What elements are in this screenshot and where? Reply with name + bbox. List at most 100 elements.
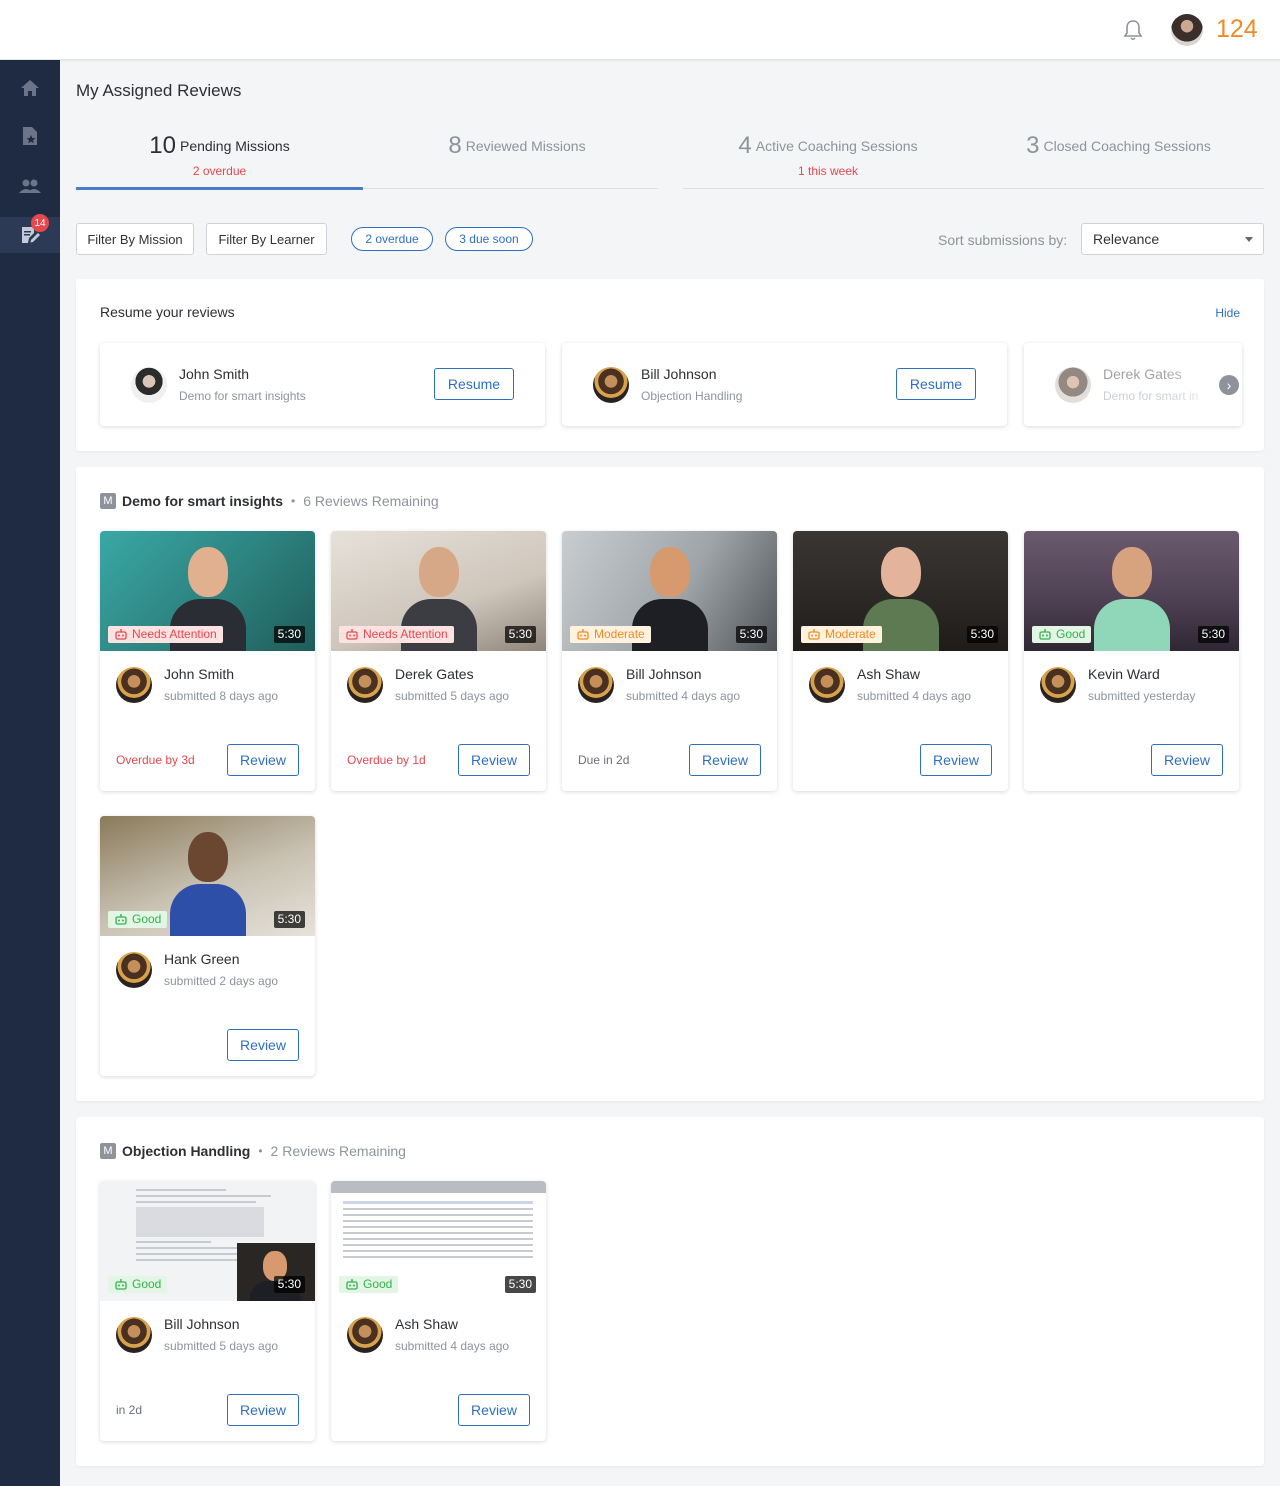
caret-down-icon xyxy=(1245,237,1253,242)
review-button[interactable]: Review xyxy=(227,744,299,776)
submission-card: Good 5:30 Ash Shaw submitted 4 days ago … xyxy=(331,1181,546,1441)
tab-count: 10 xyxy=(149,132,176,159)
mission-title[interactable]: Demo for smart insights xyxy=(122,493,283,509)
video-thumbnail[interactable]: Good 5:30 xyxy=(331,1181,546,1301)
video-thumbnail[interactable]: Good 5:30 xyxy=(100,816,315,936)
due-status: Overdue by 3d xyxy=(116,753,195,767)
reviews-count-badge: 14 xyxy=(31,214,49,232)
score-tag: Good xyxy=(108,911,168,928)
review-button[interactable]: Review xyxy=(689,744,761,776)
robot-icon xyxy=(577,629,589,640)
video-duration: 5:30 xyxy=(273,1276,305,1293)
video-duration: 5:30 xyxy=(273,911,305,928)
video-thumbnail[interactable]: Moderate 5:30 xyxy=(793,531,1008,651)
avatar xyxy=(809,667,845,703)
video-thumbnail[interactable]: Needs Attention 5:30 xyxy=(100,531,315,651)
mission-header: M Objection Handling • 2 Reviews Remaini… xyxy=(100,1143,406,1159)
video-thumbnail[interactable]: Good 5:30 xyxy=(100,1181,315,1301)
score-tag-label: Good xyxy=(132,912,162,926)
tab-subtext: 1 this week xyxy=(797,164,859,178)
overdue-pill[interactable]: 2 overdue xyxy=(351,227,433,251)
video-duration: 5:30 xyxy=(273,626,305,643)
sort-select[interactable]: Relevance xyxy=(1081,223,1264,255)
submitted-time: submitted 5 days ago xyxy=(164,1339,279,1353)
mission-header: M Demo for smart insights • 6 Reviews Re… xyxy=(100,493,439,509)
submitted-time: submitted 4 days ago xyxy=(626,689,741,703)
submitted-time: submitted 2 days ago xyxy=(164,974,279,988)
score-tag-label: Moderate xyxy=(825,627,876,641)
tab-closed-coaching[interactable]: 3 Closed Coaching Sessions xyxy=(973,132,1264,192)
submitted-time: submitted 8 days ago xyxy=(164,689,279,703)
submission-card: Good 5:30 Kevin Ward submitted yesterday… xyxy=(1024,531,1239,791)
review-button[interactable]: Review xyxy=(227,1394,299,1426)
robot-icon xyxy=(115,1279,127,1290)
submission-card: Good 5:30 Hank Green submitted 2 days ag… xyxy=(100,816,315,1076)
score-tag: Good xyxy=(1032,626,1092,643)
resume-button[interactable]: Resume xyxy=(434,368,514,400)
mission-panel: M Objection Handling • 2 Reviews Remaini… xyxy=(76,1117,1264,1466)
review-button[interactable]: Review xyxy=(1151,744,1223,776)
hide-link[interactable]: Hide xyxy=(1215,306,1240,320)
resume-card: John Smith Demo for smart insights Resum… xyxy=(100,343,545,426)
resume-panel: Resume your reviews Hide John Smith Demo… xyxy=(76,279,1264,451)
review-button[interactable]: Review xyxy=(920,744,992,776)
avatar xyxy=(116,667,152,703)
tab-label: Reviewed Missions xyxy=(465,138,586,154)
tab-divider xyxy=(683,188,1264,189)
score-tag-label: Needs Attention xyxy=(132,627,217,641)
avatar xyxy=(1040,667,1076,703)
separator-dot: • xyxy=(291,494,296,508)
points-counter: 124 xyxy=(1216,15,1258,43)
avatar xyxy=(116,952,152,988)
score-tag: Good xyxy=(339,1276,399,1293)
mission-badge: M xyxy=(100,493,116,509)
submission-card: Needs Attention 5:30 John Smith submitte… xyxy=(100,531,315,791)
chevron-right-icon[interactable]: › xyxy=(1219,375,1239,395)
score-tag-label: Good xyxy=(1056,627,1086,641)
tab-active-coaching[interactable]: 4 Active Coaching Sessions 1 this week xyxy=(683,132,973,192)
submission-card: Good 5:30 Bill Johnson submitted 5 days … xyxy=(100,1181,315,1441)
video-duration: 5:30 xyxy=(1197,626,1229,643)
score-tag-label: Moderate xyxy=(594,627,645,641)
review-button[interactable]: Review xyxy=(458,1394,530,1426)
mission-title[interactable]: Objection Handling xyxy=(122,1143,250,1159)
video-thumbnail[interactable]: Needs Attention 5:30 xyxy=(331,531,546,651)
mission-panel: M Demo for smart insights • 6 Reviews Re… xyxy=(76,467,1264,1101)
tab-label: Closed Coaching Sessions xyxy=(1043,138,1211,154)
filter-by-mission-button[interactable]: Filter By Mission xyxy=(76,223,194,255)
learner-name: Bill Johnson xyxy=(164,1316,240,1332)
learner-name: Hank Green xyxy=(164,951,240,967)
sidebar-item-reviews[interactable]: 14 xyxy=(0,214,60,253)
sidebar-item-users[interactable] xyxy=(0,168,60,204)
resume-button[interactable]: Resume xyxy=(896,368,976,400)
review-button[interactable]: Review xyxy=(227,1029,299,1061)
submission-card: Moderate 5:30 Bill Johnson submitted 4 d… xyxy=(562,531,777,791)
resume-card: Bill Johnson Objection Handling Resume xyxy=(562,343,1007,426)
bell-icon[interactable] xyxy=(1122,18,1144,42)
user-avatar[interactable] xyxy=(1171,14,1203,46)
sidebar-item-home[interactable] xyxy=(0,70,60,106)
review-button[interactable]: Review xyxy=(458,744,530,776)
sidebar: 14 xyxy=(0,60,60,1486)
sidebar-item-missions[interactable] xyxy=(0,118,60,154)
filter-by-learner-button[interactable]: Filter By Learner xyxy=(206,223,327,255)
avatar xyxy=(116,1317,152,1353)
video-thumbnail[interactable]: Moderate 5:30 xyxy=(562,531,777,651)
video-thumbnail[interactable]: Good 5:30 xyxy=(1024,531,1239,651)
mission-name: Objection Handling xyxy=(641,389,743,403)
video-duration: 5:30 xyxy=(966,626,998,643)
thumbnail-person xyxy=(170,832,246,936)
learner-name: John Smith xyxy=(164,666,235,682)
score-tag-label: Good xyxy=(363,1277,393,1291)
tab-reviewed-missions[interactable]: 8 Reviewed Missions xyxy=(363,132,671,192)
tab-pending-missions[interactable]: 10 Pending Missions 2 overdue xyxy=(76,132,363,192)
submitted-time: submitted yesterday xyxy=(1088,689,1196,703)
learner-name: Bill Johnson xyxy=(626,666,702,682)
due-status: Overdue by 1d xyxy=(347,753,426,767)
due-soon-pill[interactable]: 3 due soon xyxy=(445,227,533,251)
reviews-remaining: 6 Reviews Remaining xyxy=(303,493,439,509)
reviews-remaining: 2 Reviews Remaining xyxy=(270,1143,406,1159)
score-tag: Needs Attention xyxy=(108,626,223,643)
robot-icon xyxy=(808,629,820,640)
avatar xyxy=(578,667,614,703)
